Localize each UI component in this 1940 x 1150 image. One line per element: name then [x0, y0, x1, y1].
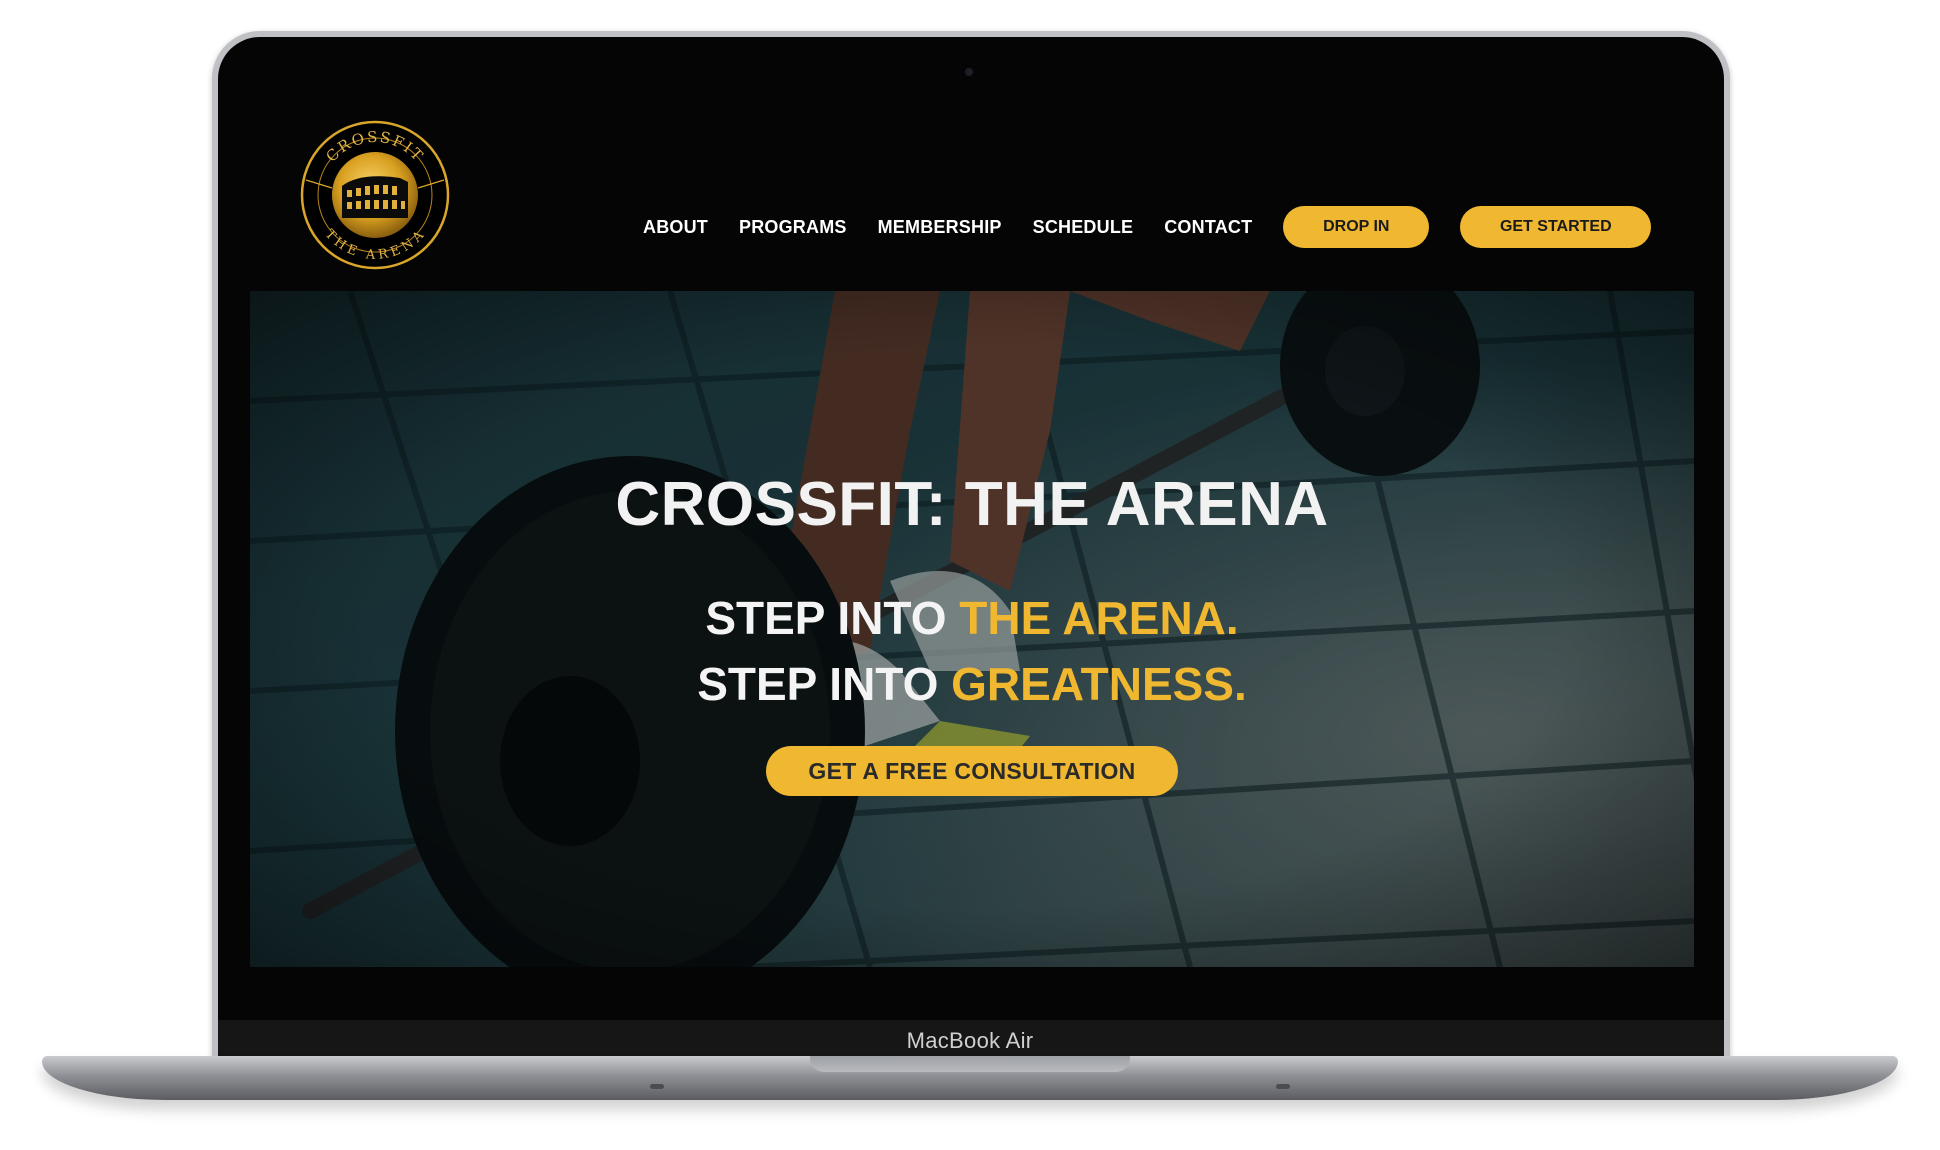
colosseum-logo-icon: CROSSFIT THE ARENA: [300, 120, 450, 270]
hero-section: CROSSFIT: THE ARENA STEP INTO THE ARENA.…: [250, 291, 1694, 967]
laptop-foot: [1276, 1084, 1290, 1089]
laptop-foot: [650, 1084, 664, 1089]
nav-schedule[interactable]: SCHEDULE: [1033, 217, 1134, 238]
macbook-air-label: MacBook Air: [906, 1028, 1034, 1053]
nav-about[interactable]: ABOUT: [643, 217, 708, 238]
crossfit-arena-logo[interactable]: CROSSFIT THE ARENA: [300, 120, 450, 270]
tagline-2-accent: GREATNESS.: [951, 658, 1247, 710]
get-started-button[interactable]: GET STARTED: [1460, 206, 1652, 248]
nav-contact[interactable]: CONTACT: [1164, 217, 1252, 238]
tagline-line-1: STEP INTO THE ARENA.: [250, 591, 1694, 645]
nav-membership[interactable]: MEMBERSHIP: [878, 217, 1002, 238]
tagline-1-prefix: STEP INTO: [705, 592, 960, 644]
tagline-1-accent: THE ARENA.: [959, 592, 1239, 644]
nav-programs[interactable]: PROGRAMS: [739, 217, 847, 238]
drop-in-button[interactable]: DROP IN: [1283, 206, 1430, 248]
tagline-line-2: STEP INTO GREATNESS.: [250, 657, 1694, 711]
website: CROSSFIT THE ARENA ABOUT PROGRAMS MEMBER…: [218, 37, 1724, 1020]
tagline-2-prefix: STEP INTO: [697, 658, 952, 710]
free-consultation-button[interactable]: GET A FREE CONSULTATION: [766, 746, 1178, 796]
main-nav: ABOUT PROGRAMS MEMBERSHIP SCHEDULE CONTA…: [643, 197, 1652, 257]
laptop-hinge-notch: [810, 1056, 1130, 1072]
hero-title: CROSSFIT: THE ARENA: [615, 470, 1329, 539]
